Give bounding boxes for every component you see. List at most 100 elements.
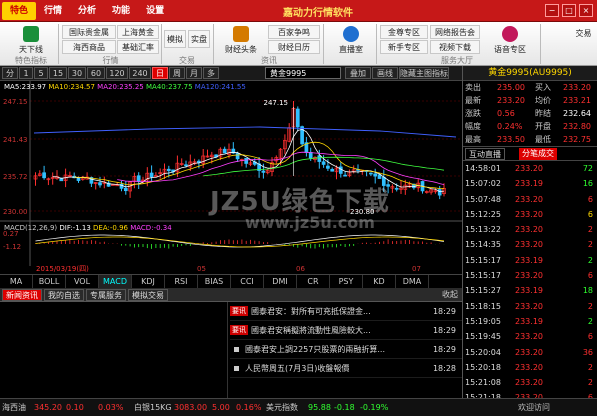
period-4[interactable]: 30 xyxy=(68,67,86,79)
trade-row: 15:13:22 233.20 2 xyxy=(463,222,597,237)
period-10[interactable]: 月 xyxy=(186,67,202,79)
news-title: 國泰君安稱擬將流動性風險較大... xyxy=(251,326,371,335)
shanghai-huangjin-button[interactable]: 上海黄金 xyxy=(117,25,159,39)
wangluo-baogaohui-button[interactable]: 网络报告会 xyxy=(430,25,480,39)
zhibo-shi-button[interactable]: 直播室 xyxy=(330,26,372,55)
symbol-input[interactable]: 黄金9995 xyxy=(265,67,341,79)
moni-button[interactable]: 模拟 xyxy=(164,30,186,48)
jinzun-zhuanqu-button[interactable]: 金尊专区 xyxy=(380,25,428,39)
news-tag: 要讯 xyxy=(230,306,248,316)
news-item[interactable]: 國泰君安上調2257只股票的兩融折算... 18:29 xyxy=(230,340,462,359)
y-tick-label: 230.00 xyxy=(3,208,28,216)
trade-row: 14:58:01 233.20 72 xyxy=(463,161,597,176)
indicator-tab-bias[interactable]: BIAS xyxy=(198,275,231,288)
period-11[interactable]: 多 xyxy=(203,67,219,79)
indicator-tab-dmi[interactable]: DMI xyxy=(264,275,297,288)
trade-volume: 18 xyxy=(582,286,593,296)
news-item[interactable]: 人民幣周五(7月3日)收盤報價 18:28 xyxy=(230,359,462,378)
quote-label: 昨结 xyxy=(535,109,551,118)
quote-label: 开盘 xyxy=(535,122,551,131)
quote-value: 233.20 xyxy=(563,83,591,92)
period-1[interactable]: 1 xyxy=(19,67,33,79)
indicator-tab-macd[interactable]: MACD xyxy=(99,275,132,288)
close-button[interactable]: × xyxy=(579,4,593,17)
caijing-toutiao-button[interactable]: 财经头条 xyxy=(218,26,264,55)
menu-item-4[interactable]: 设置 xyxy=(138,2,172,20)
trade-row: 15:15:17 233.19 2 xyxy=(463,253,597,268)
kline-chart[interactable]: 247.15 241.43 235.72 230.00 0.27 -1.12 2015/03… xyxy=(0,81,462,274)
haixi-shangpin-button[interactable]: 海西商品 xyxy=(62,40,116,54)
status-item: 345.20 xyxy=(34,403,62,412)
candle-body xyxy=(149,172,154,178)
indicator-tab-kd[interactable]: KD xyxy=(363,275,396,288)
separator xyxy=(161,24,162,64)
news-tab-1[interactable]: 我的自选 xyxy=(44,289,84,301)
xinshou-zhuanqu-button[interactable]: 新手专区 xyxy=(380,40,428,54)
period-3[interactable]: 15 xyxy=(49,67,67,79)
status-item: 海西油 xyxy=(2,403,26,412)
shipan-button[interactable]: 实盘 xyxy=(188,30,210,48)
app-title: 嘉动力行情软件 xyxy=(283,8,353,19)
period-0[interactable]: 分 xyxy=(2,67,18,79)
macd-legend-1: DIF:-1.13 xyxy=(59,224,94,232)
trade-price: 233.20 xyxy=(515,347,543,357)
news-tab-0[interactable]: 新闻资讯 xyxy=(2,289,42,301)
news-time: 18:29 xyxy=(432,326,456,335)
period-9[interactable]: 周 xyxy=(169,67,185,79)
indicator-tab-cr[interactable]: CR xyxy=(297,275,330,288)
menu-item-0[interactable]: 特色 xyxy=(2,2,37,20)
guoji-guijinshu-button[interactable]: 国际贵金属 xyxy=(62,25,116,39)
trade-volume: 2 xyxy=(587,255,593,265)
yuyin-zhuanqu-button[interactable]: 语音专区 xyxy=(486,26,534,55)
period-5[interactable]: 60 xyxy=(87,67,105,79)
indicator-tab-ma[interactable]: MA xyxy=(0,275,33,288)
indicator-tab-cci[interactable]: CCI xyxy=(231,275,264,288)
macd-legend-0: MACD(12,26,9) xyxy=(4,224,60,232)
maximize-button[interactable]: □ xyxy=(562,4,576,17)
indicator-tab-psy[interactable]: PSY xyxy=(330,275,363,288)
quote-value: 232.64 xyxy=(563,109,591,118)
jiaoyi-button[interactable]: 交易 xyxy=(570,28,597,39)
indicator-tab-kdj[interactable]: KDJ xyxy=(132,275,165,288)
period-7[interactable]: 240 xyxy=(129,67,151,79)
status-item: 95.88 xyxy=(308,403,331,412)
news-item[interactable]: 要讯 國泰君安：對所有可充抵保證金... 18:29 xyxy=(230,302,462,321)
indicator-tab-boll[interactable]: BOLL xyxy=(33,275,66,288)
minimize-button[interactable]: − xyxy=(545,4,559,17)
quote-rows: 卖出 235.00 买入 233.20 最新 233.20 均价 233.21 涨跌 0.56 昨结… xyxy=(463,81,597,146)
candle-body xyxy=(261,170,266,173)
chart-tool-1[interactable]: 画线 xyxy=(372,67,398,79)
indicator-tab-rsi[interactable]: RSI xyxy=(165,275,198,288)
trade-time: 15:14:35 xyxy=(465,240,501,250)
collapse-button[interactable]: 收起 xyxy=(442,289,458,300)
y-tick-label: 247.15 xyxy=(3,98,28,106)
jichu-huilv-button[interactable]: 基础汇率 xyxy=(117,40,159,54)
news-item[interactable]: 要讯 國泰君安稱擬將流動性風險較大... 18:29 xyxy=(230,321,462,340)
status-item: -0.19% xyxy=(360,403,389,412)
menu-item-1[interactable]: 行情 xyxy=(36,2,70,20)
quote-tab-1[interactable]: 分笔成交 xyxy=(519,148,557,160)
news-tab-2[interactable]: 专属服务 xyxy=(86,289,126,301)
menu-item-2[interactable]: 分析 xyxy=(70,2,104,20)
shipin-xiazai-button[interactable]: 视频下载 xyxy=(430,40,480,54)
period-8[interactable]: 日 xyxy=(152,67,168,79)
chart-tool-0[interactable]: 叠加 xyxy=(345,67,371,79)
candle-body xyxy=(317,155,322,162)
trade-time: 14:58:01 xyxy=(465,164,501,173)
indicator-tab-dma[interactable]: DMA xyxy=(396,275,429,288)
baijia-zhengming-button[interactable]: 百家争鸣 xyxy=(268,25,320,39)
period-6[interactable]: 120 xyxy=(106,67,128,79)
title-bar: 特色 行情 分析 功能 设置 嘉动力行情软件 − □ × xyxy=(0,0,597,22)
trade-row: 15:14:35 233.20 2 xyxy=(463,237,597,252)
caijing-rili-button[interactable]: 财经日历 xyxy=(268,40,320,54)
tianxiaxian-button[interactable]: 天下线 xyxy=(6,26,56,55)
quote-tab-0[interactable]: 互动直播 xyxy=(465,148,505,160)
indicator-tab-vol[interactable]: VOL xyxy=(66,275,99,288)
chart-tool-2[interactable]: 隐藏主图指标 xyxy=(399,67,449,79)
menu-item-3[interactable]: 功能 xyxy=(104,2,138,20)
quote-label: 最新 xyxy=(465,96,481,105)
period-2[interactable]: 5 xyxy=(34,67,48,79)
trade-row: 15:07:02 233.19 16 xyxy=(463,176,597,191)
news-tab-3[interactable]: 模拟交易 xyxy=(128,289,168,301)
candle-body xyxy=(136,175,141,182)
